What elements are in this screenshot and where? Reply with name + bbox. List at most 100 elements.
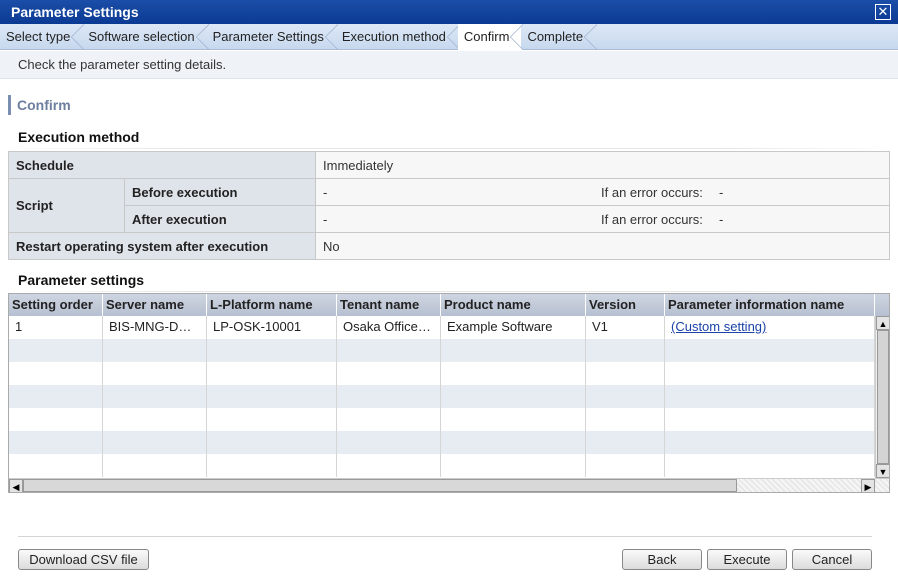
table-cell: BIS-MNG-D… [103,316,207,339]
table-cell [337,362,441,385]
table-row-empty [9,431,875,454]
table-cell [9,362,103,385]
table-cell [9,339,103,362]
table-cell [665,408,875,431]
table-cell [103,454,207,477]
table-cell [337,431,441,454]
execution-method-table: Schedule Immediately Script Before execu… [8,151,890,260]
parameter-settings-header: Parameter settings [8,272,890,292]
after-error-value: - [719,211,724,227]
execution-method-header: Execution method [8,129,890,149]
execute-button[interactable]: Execute [707,549,787,570]
before-error-value: - [719,184,724,200]
table-cell [665,385,875,408]
table-cell [586,362,665,385]
table-cell [103,339,207,362]
download-csv-button[interactable]: Download CSV file [18,549,149,570]
table-cell [337,408,441,431]
table-cell: (Custom setting) [665,316,875,339]
table-cell: V1 [586,316,665,339]
scroll-left-icon[interactable]: ◀ [9,479,23,492]
table-row-empty [9,362,875,385]
before-execution-value: - [323,184,328,200]
table-cell [665,339,875,362]
table-cell [103,431,207,454]
window-title: Parameter Settings [11,4,139,20]
wizard-step-software-selection[interactable]: Software selection [82,24,209,50]
grid-body: 1 BIS-MNG-D… LP-OSK-10001 Osaka Office… Exam… [9,316,875,478]
table-cell [586,408,665,431]
horizontal-scroll-thumb[interactable] [23,479,737,492]
footer-divider [18,536,872,537]
table-cell: 1 [9,316,103,339]
after-error-label: If an error occurs: [601,211,703,227]
column-header-l-platform-name[interactable]: L-Platform name [207,294,337,316]
table-cell [441,454,586,477]
cancel-button[interactable]: Cancel [792,549,872,570]
table-cell [586,385,665,408]
table-row-empty [9,339,875,362]
table-cell [207,454,337,477]
scroll-down-icon[interactable]: ▼ [876,464,889,478]
table-cell [441,385,586,408]
wizard-step-confirm[interactable]: Confirm [457,24,523,50]
wizard-step-execution-method[interactable]: Execution method [336,24,461,50]
column-header-parameter-information-name[interactable]: Parameter information name [665,294,875,316]
instruction-text: Check the parameter setting details. [0,51,898,79]
table-cell [665,454,875,477]
table-cell [337,385,441,408]
table-cell: Osaka Office… [337,316,441,339]
table-row-empty [9,408,875,431]
table-cell [337,454,441,477]
parameter-settings-window: Parameter Settings ✕ Select type Software… [0,0,898,583]
after-execution-value: - [323,211,328,227]
table-cell [586,454,665,477]
schedule-label: Schedule [8,151,316,179]
before-execution-label: Before execution [124,178,316,206]
vertical-scroll-thumb[interactable] [877,330,889,464]
table-cell [586,431,665,454]
table-cell [9,431,103,454]
table-cell [207,362,337,385]
parameter-grid: Setting order Server name L-Platform name T… [8,293,890,493]
wizard-steps: Select type Software selection Parameter S… [0,24,898,50]
wizard-step-parameter-settings[interactable]: Parameter Settings [207,24,339,50]
horizontal-scrollbar[interactable]: ◀ ▶ [9,478,889,492]
table-cell [586,339,665,362]
column-header-server-name[interactable]: Server name [103,294,207,316]
column-header-version[interactable]: Version [586,294,665,316]
custom-setting-link[interactable]: (Custom setting) [671,319,766,334]
table-cell: LP-OSK-10001 [207,316,337,339]
wizard-step-complete[interactable]: Complete [521,24,597,50]
table-cell [337,339,441,362]
table-cell [207,431,337,454]
wizard-step-select-type[interactable]: Select type [0,24,85,50]
table-cell [207,339,337,362]
table-cell [665,362,875,385]
grid-header: Setting order Server name L-Platform name T… [9,294,889,316]
scroll-right-icon[interactable]: ▶ [861,479,875,492]
table-cell [207,385,337,408]
column-header-setting-order[interactable]: Setting order [9,294,103,316]
table-cell [103,385,207,408]
table-cell [441,408,586,431]
table-row[interactable]: 1 BIS-MNG-D… LP-OSK-10001 Osaka Office… Exam… [9,316,875,339]
column-header-product-name[interactable]: Product name [441,294,586,316]
schedule-value: Immediately [315,151,890,179]
table-cell [103,362,207,385]
table-cell [9,408,103,431]
table-cell: Example Software [441,316,586,339]
title-bar: Parameter Settings ✕ [0,0,898,24]
column-header-tenant-name[interactable]: Tenant name [337,294,441,316]
scroll-up-icon[interactable]: ▲ [876,316,889,330]
close-icon[interactable]: ✕ [875,4,891,20]
back-button[interactable]: Back [622,549,702,570]
before-error-label: If an error occurs: [601,184,703,200]
table-cell [9,385,103,408]
after-execution-label: After execution [124,205,316,233]
table-cell [441,431,586,454]
table-cell [441,339,586,362]
table-row-empty [9,454,875,477]
vertical-scrollbar[interactable]: ▲ ▼ [875,316,889,478]
table-cell [9,454,103,477]
